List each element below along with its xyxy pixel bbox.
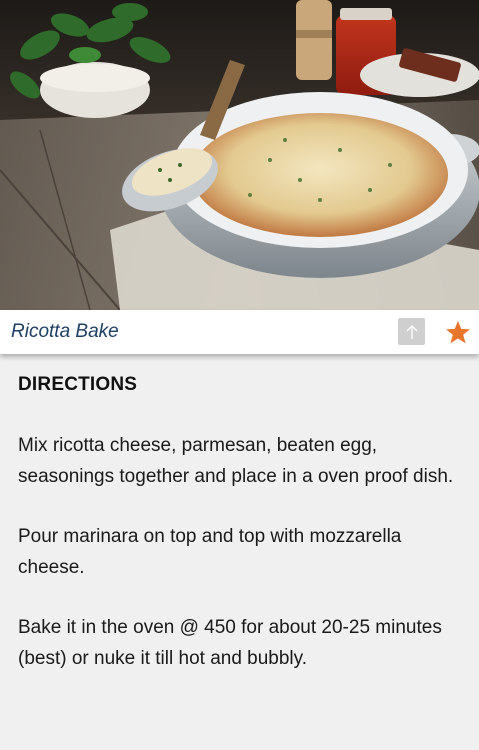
direction-step-3: Bake it in the oven @ 450 for about 20-2… — [18, 617, 442, 669]
direction-step-2: Pour marinara on top and top with mozzar… — [18, 526, 402, 578]
favorite-button[interactable] — [444, 318, 472, 346]
star-icon — [446, 320, 470, 343]
directions-heading: DIRECTIONS — [18, 374, 138, 395]
directions-section: DIRECTIONS Mix ricotta cheese, parmesan,… — [18, 374, 458, 703]
recipe-photo — [0, 0, 479, 310]
recipe-title-bar: Ricotta Bake — [0, 310, 479, 354]
recipe-title: Ricotta Bake — [11, 321, 119, 342]
direction-step-1: Mix ricotta cheese, parmesan, beaten egg… — [18, 435, 454, 487]
share-button[interactable] — [398, 318, 425, 345]
arrow-up-icon — [406, 324, 417, 339]
